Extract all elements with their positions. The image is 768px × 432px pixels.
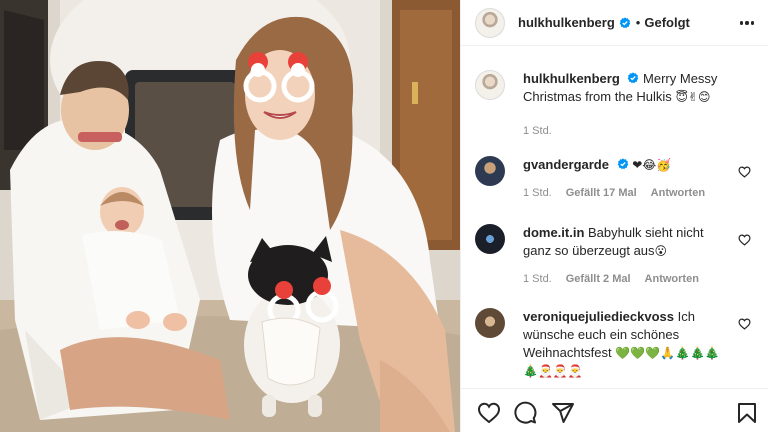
comment-bubble-icon[interactable] xyxy=(513,401,537,425)
comment-like-heart-icon[interactable] xyxy=(738,234,751,246)
commenter-avatar[interactable] xyxy=(475,224,505,254)
caption-time[interactable]: 1 Std. xyxy=(523,124,552,138)
action-bar xyxy=(461,388,768,432)
comment-text: gvandergarde ❤😂🥳 1 Std. Gefällt 17 Mal A… xyxy=(523,156,733,200)
verified-badge-icon xyxy=(628,72,639,84)
comment-username[interactable]: dome.it.in xyxy=(523,225,584,240)
commenter-avatar[interactable] xyxy=(475,308,505,338)
post-header: hulkhulkenberg • Gefolgt xyxy=(461,0,768,46)
verified-badge-icon xyxy=(617,158,628,170)
instagram-post: hulkhulkenberg • Gefolgt hulkhulkenberg xyxy=(0,0,768,432)
family-christmas-photo xyxy=(0,0,460,432)
author-username[interactable]: hulkhulkenberg xyxy=(518,15,615,30)
heart-icon[interactable] xyxy=(477,401,501,425)
comment-likes[interactable]: Gefällt 17 Mal xyxy=(566,186,637,200)
comment-time[interactable]: 1 Std. xyxy=(523,272,552,286)
comment-meta: 1 Std. Gefällt 17 Mal Antworten xyxy=(523,186,733,200)
comment-likes[interactable]: Gefällt 2 Mal xyxy=(566,272,631,286)
verified-badge-icon xyxy=(619,16,631,28)
more-options-icon[interactable] xyxy=(737,13,757,33)
post-sidebar: hulkhulkenberg • Gefolgt hulkhulkenberg xyxy=(460,0,768,432)
caption-emojis: 😇✌😊 xyxy=(675,90,711,104)
post-caption: hulkhulkenberg Merry Messy Christmas fro… xyxy=(475,70,761,138)
comment-text: veroniquejuliedieckvoss Ich wünsche euch… xyxy=(523,308,733,380)
comment-item: veroniquejuliedieckvoss Ich wünsche euch… xyxy=(475,308,761,380)
comment-emojis: 😮 xyxy=(654,244,668,258)
comment-like-heart-icon[interactable] xyxy=(738,166,751,178)
comment-item: gvandergarde ❤😂🥳 1 Std. Gefällt 17 Mal A… xyxy=(475,156,761,200)
reply-button[interactable]: Antworten xyxy=(651,186,705,200)
post-photo[interactable] xyxy=(0,0,460,432)
comment-username[interactable]: veroniquejuliedieckvoss xyxy=(523,309,674,324)
comments-list: hulkhulkenberg Merry Messy Christmas fro… xyxy=(461,46,768,388)
header-separator: • xyxy=(635,15,641,30)
comment-meta: 1 Std. Gefällt 2 Mal Antworten xyxy=(523,272,733,286)
caption-username[interactable]: hulkhulkenberg xyxy=(523,71,620,86)
comment-like-heart-icon[interactable] xyxy=(738,318,751,330)
comment-item: dome.it.in Babyhulk sieht nicht ganz so … xyxy=(475,224,761,286)
caption-text: hulkhulkenberg Merry Messy Christmas fro… xyxy=(523,70,733,138)
reply-button[interactable]: Antworten xyxy=(645,272,699,286)
comment-time[interactable]: 1 Std. xyxy=(523,186,552,200)
follow-status-button[interactable]: Gefolgt xyxy=(644,15,690,30)
author-avatar[interactable] xyxy=(475,7,505,38)
comment-emojis: ❤😂🥳 xyxy=(632,158,672,172)
comment-text: dome.it.in Babyhulk sieht nicht ganz so … xyxy=(523,224,733,286)
comment-username[interactable]: gvandergarde xyxy=(523,157,609,172)
caption-meta: 1 Std. xyxy=(523,124,733,138)
paper-plane-icon[interactable] xyxy=(551,401,575,425)
bookmark-icon[interactable] xyxy=(735,401,759,425)
caption-avatar[interactable] xyxy=(475,70,505,100)
commenter-avatar[interactable] xyxy=(475,156,505,186)
